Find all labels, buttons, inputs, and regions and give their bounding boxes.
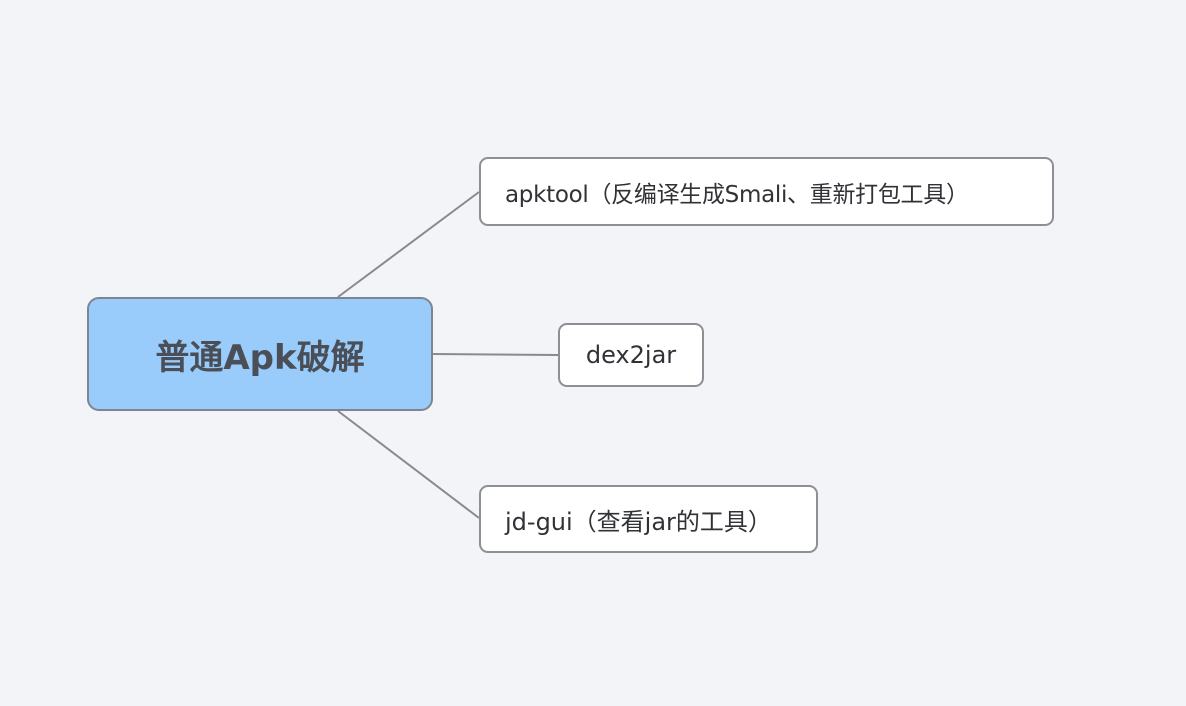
subtopic-jdgui-node[interactable]: jd-gui（查看jar的工具） — [479, 485, 818, 553]
connector-root-to-apktool — [337, 191, 480, 298]
subtopic-apktool-node[interactable]: apktool（反编译生成Smali、重新打包工具） — [479, 157, 1054, 226]
connector-root-to-jdgui — [337, 410, 480, 519]
connector-root-to-dex2jar — [432, 353, 559, 356]
subtopic-dex2jar-label: dex2jar — [585, 341, 677, 369]
subtopic-apktool-label: apktool（反编译生成Smali、重新打包工具） — [505, 181, 969, 208]
subtopic-dex2jar-node[interactable]: dex2jar — [558, 323, 704, 387]
root-topic-label: 普通Apk破解 — [155, 337, 365, 378]
subtopic-jdgui-label: jd-gui（查看jar的工具） — [505, 507, 772, 536]
root-topic-node[interactable]: 普通Apk破解 — [87, 297, 433, 411]
